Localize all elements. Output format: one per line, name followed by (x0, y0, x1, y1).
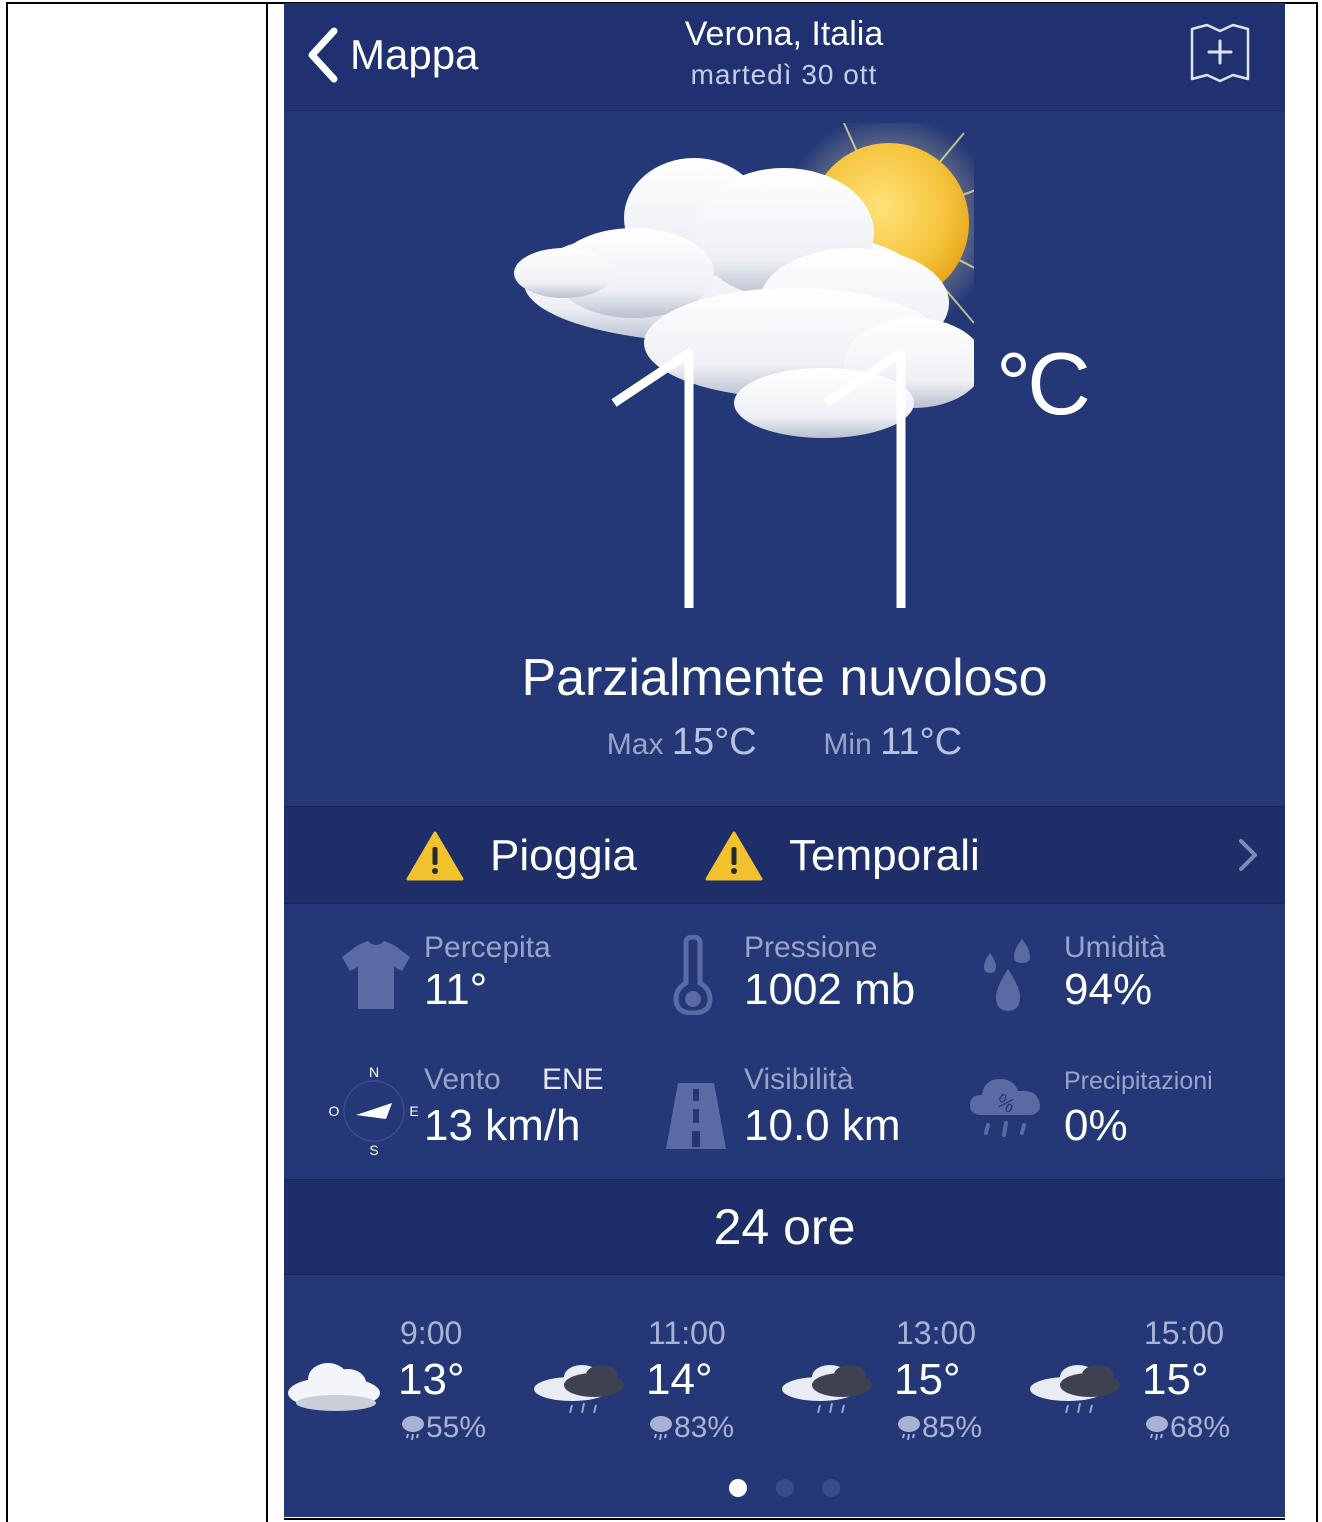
alert-label: Pioggia (490, 831, 637, 880)
hourly-time: 13:00 (896, 1315, 977, 1351)
hourly-rain-value: 83% (674, 1411, 735, 1444)
stat-label: Percepita (424, 931, 551, 964)
hourly-section-header: 24 ore (284, 1179, 1285, 1275)
stat-visibilita: Visibilità 10.0 km (656, 1063, 946, 1153)
frame-divider (266, 2, 268, 1522)
stat-label: Pressione (744, 931, 878, 964)
hourly-item[interactable]: 15:00 15° 68% (1028, 1315, 1268, 1455)
hourly-temp: 13° (398, 1355, 465, 1404)
hourly-rain: 85% (896, 1411, 982, 1445)
max-value: 15°C (671, 721, 757, 763)
max-label: Max (606, 728, 664, 761)
rain-cloud-percent-icon: % (970, 1079, 1040, 1137)
alert-label: Temporali (789, 831, 980, 880)
hourly-time: 11:00 (648, 1315, 726, 1351)
stat-value: 0% (1064, 1101, 1128, 1150)
hourly-item[interactable]: 13:00 15° 85% (780, 1315, 1020, 1455)
stat-pressione: Pressione 1002 mb (656, 931, 946, 1021)
hourly-rain: 83% (648, 1411, 734, 1445)
stat-percepita: Percepita 11° (336, 931, 626, 1021)
road-icon (666, 1083, 726, 1149)
compass-north: N (369, 1064, 379, 1080)
stat-label: Visibilità (744, 1063, 854, 1096)
alert-rain: Pioggia (406, 831, 637, 881)
compass-east: E (409, 1103, 418, 1119)
current-temperature-graphic (611, 348, 906, 608)
wind-direction: ENE (542, 1063, 604, 1096)
hourly-rain-value: 55% (426, 1411, 487, 1444)
stat-value: 13 km/h (424, 1101, 581, 1150)
compass-south: S (369, 1142, 378, 1158)
page-dot[interactable] (729, 1479, 748, 1497)
rain-drop-icon (402, 1416, 424, 1441)
thermometer-icon (673, 935, 713, 1015)
alerts-bar[interactable]: Pioggia Temporali (284, 806, 1285, 904)
rain-drop-icon (650, 1416, 672, 1441)
page-dot[interactable] (775, 1479, 794, 1497)
stat-vento: N S E O Vento ENE 13 km/h (326, 1063, 626, 1158)
hourly-item[interactable]: 9:00 13° 55% (284, 1315, 524, 1455)
chevron-right-icon (1239, 839, 1257, 871)
tshirt-icon (342, 941, 410, 1009)
min-max-row: Max 15°C Min 11°C (284, 721, 1285, 764)
warning-icon (705, 831, 763, 881)
stat-value: 10.0 km (744, 1101, 901, 1150)
stat-value: 94% (1064, 965, 1153, 1014)
stat-umidita: Umidità 94% (976, 931, 1266, 1021)
rain-cloud-icon (534, 1365, 624, 1414)
stat-value: 1002 mb (744, 965, 916, 1014)
add-map-button[interactable] (1189, 21, 1251, 83)
back-label: Mappa (350, 31, 479, 78)
stat-precipitazioni: % Precipitazioni 0% (970, 1063, 1266, 1153)
nav-header: Mappa Verona, Italia martedì 30 ott (284, 3, 1285, 111)
hourly-temp: 15° (1142, 1355, 1209, 1404)
cloud-icon (288, 1363, 380, 1411)
back-button[interactable]: Mappa (306, 25, 478, 85)
rain-drop-icon (1146, 1416, 1168, 1441)
city-title: Verona, Italia (684, 15, 884, 53)
frame-bottom (284, 1518, 1285, 1520)
compass-west: O (329, 1103, 340, 1119)
weather-screen: Mappa Verona, Italia martedì 30 ott °C P… (284, 3, 1285, 1517)
hourly-rain: 68% (1144, 1411, 1230, 1445)
stat-label: Umidità (1064, 931, 1166, 964)
rain-cloud-icon (782, 1365, 872, 1414)
stat-label: Vento (424, 1063, 501, 1096)
hourly-time: 15:00 (1144, 1315, 1225, 1351)
min-value: 11°C (880, 721, 963, 763)
stat-value: 11° (424, 965, 488, 1014)
hourly-temp: 15° (894, 1355, 961, 1404)
min-label: Min (823, 728, 872, 761)
page-indicator[interactable] (284, 1479, 1285, 1502)
rain-cloud-icon (1030, 1365, 1120, 1414)
frame-right (1316, 2, 1318, 1522)
date-subtitle: martedì 30 ott (690, 59, 878, 90)
water-drops-icon (984, 939, 1030, 1011)
temperature-unit: °C (996, 334, 1091, 433)
warning-icon (406, 831, 464, 881)
hourly-item[interactable]: 11:00 14° 83% (532, 1315, 772, 1455)
alert-storm: Temporali (705, 831, 980, 881)
hourly-rain-value: 85% (922, 1411, 983, 1444)
condition-text: Parzialmente nuvoloso (521, 649, 1048, 707)
rain-drop-icon (898, 1416, 920, 1441)
stat-label: Precipitazioni (1064, 1067, 1213, 1095)
hourly-time: 9:00 (400, 1315, 463, 1351)
page-dot[interactable] (821, 1479, 840, 1497)
chevron-left-icon (308, 27, 338, 83)
hourly-temp: 14° (646, 1355, 713, 1404)
frame-left (6, 2, 8, 1522)
map-plus-icon (1190, 23, 1250, 83)
hourly-rain-value: 68% (1170, 1411, 1231, 1444)
compass-icon: N S E O (329, 1064, 419, 1158)
hourly-section-title: 24 ore (713, 1199, 856, 1255)
hourly-rain: 55% (400, 1411, 486, 1445)
